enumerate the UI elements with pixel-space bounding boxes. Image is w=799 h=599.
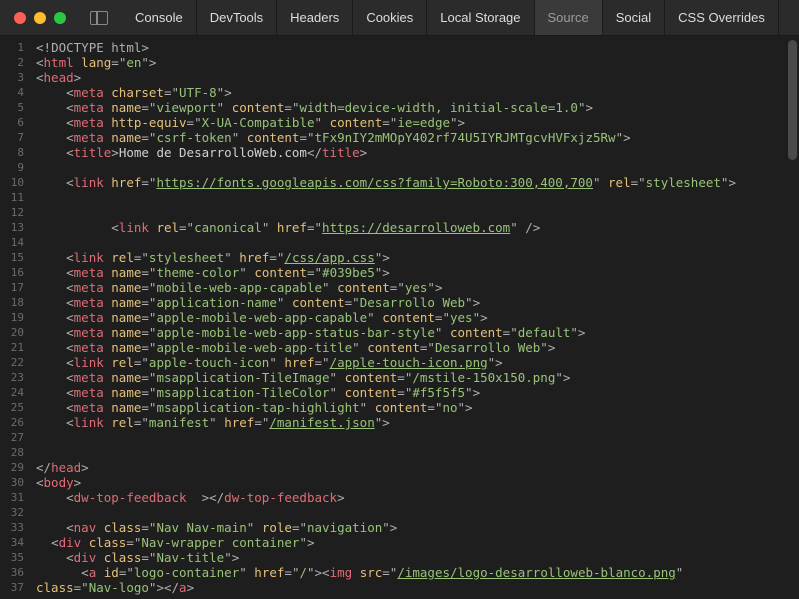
line-number: 2 (0, 55, 24, 70)
code-line: <div class="Nav-wrapper container"> (36, 535, 799, 550)
code-line (36, 235, 799, 250)
editor-area: 1234567891011121314151617181920212223242… (0, 36, 799, 599)
code-line: <meta name="viewport" content="width=dev… (36, 100, 799, 115)
code-line (36, 430, 799, 445)
line-number: 30 (0, 475, 24, 490)
line-number: 26 (0, 415, 24, 430)
line-number-gutter: 1234567891011121314151617181920212223242… (0, 36, 32, 599)
code-line: <meta name="apple-mobile-web-app-capable… (36, 310, 799, 325)
code-line (36, 445, 799, 460)
line-number: 35 (0, 550, 24, 565)
tab-social[interactable]: Social (603, 0, 665, 35)
line-number: 31 (0, 490, 24, 505)
code-line: <meta name="msapplication-tap-highlight"… (36, 400, 799, 415)
code-line: <nav class="Nav Nav-main" role="navigati… (36, 520, 799, 535)
source-code-view[interactable]: <!DOCTYPE html><html lang="en"><head> <m… (32, 36, 799, 599)
tab-headers[interactable]: Headers (277, 0, 353, 35)
tab-css-overrides[interactable]: CSS Overrides (665, 0, 779, 35)
maximize-window-button[interactable] (54, 12, 66, 24)
line-number: 21 (0, 340, 24, 355)
titlebar: ConsoleDevToolsHeadersCookiesLocal Stora… (0, 0, 799, 36)
line-number: 3 (0, 70, 24, 85)
code-line (36, 160, 799, 175)
code-line: <meta name="msapplication-TileImage" con… (36, 370, 799, 385)
line-number: 32 (0, 505, 24, 520)
line-number: 28 (0, 445, 24, 460)
code-line: <html lang="en"> (36, 55, 799, 70)
tab-cookies[interactable]: Cookies (353, 0, 427, 35)
traffic-lights (0, 12, 80, 24)
code-line: <link rel="manifest" href="/manifest.jso… (36, 415, 799, 430)
line-number: 11 (0, 190, 24, 205)
code-line (36, 190, 799, 205)
line-number: 8 (0, 145, 24, 160)
line-number: 6 (0, 115, 24, 130)
line-number: 25 (0, 400, 24, 415)
code-line: <dw-top-feedback ></dw-top-feedback> (36, 490, 799, 505)
code-line: <meta name="apple-mobile-web-app-title" … (36, 340, 799, 355)
line-number: 19 (0, 310, 24, 325)
line-number: 1 (0, 40, 24, 55)
source-link[interactable]: https://fonts.googleapis.com/css?family=… (156, 175, 593, 190)
tab-local-storage[interactable]: Local Storage (427, 0, 534, 35)
code-line: <title>Home de DesarrolloWeb.com</title> (36, 145, 799, 160)
code-line: <body> (36, 475, 799, 490)
source-link[interactable]: /apple-touch-icon.png (330, 355, 488, 370)
code-line: <link rel="canonical" href="https://desa… (36, 220, 799, 235)
line-number: 13 (0, 220, 24, 235)
line-number: 36 (0, 565, 24, 580)
close-window-button[interactable] (14, 12, 26, 24)
code-line (36, 205, 799, 220)
source-link[interactable]: /images/logo-desarrolloweb-blanco.png (397, 565, 675, 580)
code-line: <link href="https://fonts.googleapis.com… (36, 175, 799, 190)
line-number: 18 (0, 295, 24, 310)
code-line: <meta name="mobile-web-app-capable" cont… (36, 280, 799, 295)
line-number: 23 (0, 370, 24, 385)
code-line: <meta name="msapplication-TileColor" con… (36, 385, 799, 400)
code-line: <meta charset="UTF-8"> (36, 85, 799, 100)
line-number: 33 (0, 520, 24, 535)
line-number: 27 (0, 430, 24, 445)
code-line: <meta http-equiv="X-UA-Compatible" conte… (36, 115, 799, 130)
line-number: 16 (0, 265, 24, 280)
tab-bar: ConsoleDevToolsHeadersCookiesLocal Stora… (122, 0, 779, 35)
line-number: 7 (0, 130, 24, 145)
line-number: 9 (0, 160, 24, 175)
line-number: 24 (0, 385, 24, 400)
line-number: 5 (0, 100, 24, 115)
line-number: 34 (0, 535, 24, 550)
line-number: 10 (0, 175, 24, 190)
line-number: 22 (0, 355, 24, 370)
source-link[interactable]: https://desarrolloweb.com (322, 220, 510, 235)
code-line: <!DOCTYPE html> (36, 40, 799, 55)
tab-devtools[interactable]: DevTools (197, 0, 277, 35)
code-line: <meta name="csrf-token" content="tFx9nIY… (36, 130, 799, 145)
source-link[interactable]: /manifest.json (269, 415, 374, 430)
code-line: <meta name="theme-color" content="#039be… (36, 265, 799, 280)
line-number: 15 (0, 250, 24, 265)
code-line: <meta name="application-name" content="D… (36, 295, 799, 310)
line-number: 20 (0, 325, 24, 340)
line-number: 4 (0, 85, 24, 100)
code-line: <link rel="stylesheet" href="/css/app.cs… (36, 250, 799, 265)
code-line: <meta name="apple-mobile-web-app-status-… (36, 325, 799, 340)
minimize-window-button[interactable] (34, 12, 46, 24)
code-line (36, 505, 799, 520)
tab-console[interactable]: Console (122, 0, 197, 35)
line-number: 37 (0, 580, 24, 595)
tab-source[interactable]: Source (535, 0, 603, 35)
code-line: class="Nav-logo"></a> (36, 580, 799, 595)
vertical-scrollbar[interactable] (788, 40, 797, 160)
code-line: </head> (36, 460, 799, 475)
code-line: <link rel="apple-touch-icon" href="/appl… (36, 355, 799, 370)
line-number: 14 (0, 235, 24, 250)
source-link[interactable]: /css/app.css (284, 250, 374, 265)
code-line: <a id="logo-container" href="/"><img src… (36, 565, 799, 580)
line-number: 17 (0, 280, 24, 295)
code-line: <head> (36, 70, 799, 85)
line-number: 29 (0, 460, 24, 475)
code-line: <div class="Nav-title"> (36, 550, 799, 565)
sidebar-toggle-icon[interactable] (90, 11, 108, 25)
line-number: 12 (0, 205, 24, 220)
